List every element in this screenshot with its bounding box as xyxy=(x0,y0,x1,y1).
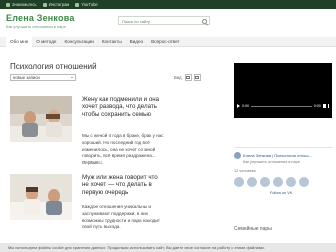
couple-photo-icon xyxy=(10,174,72,220)
avatar xyxy=(299,176,309,187)
nav-item-method[interactable]: О методе xyxy=(32,37,60,47)
post-thumbnail[interactable] xyxy=(10,96,72,142)
sort-value: новые записи xyxy=(13,75,40,80)
avatar xyxy=(234,176,244,187)
nav-item-faq[interactable]: Вопрос-ответ xyxy=(147,37,184,47)
avatar xyxy=(247,176,257,187)
view-label: Вид xyxy=(174,75,182,80)
play-icon[interactable] xyxy=(237,104,240,108)
volume-icon[interactable] xyxy=(322,104,326,108)
nav-item-video[interactable]: Видео xyxy=(126,37,147,47)
top-links: Знакомьтесь Инстаграм YouTube xyxy=(6,0,98,9)
sort-select[interactable]: новые записи xyxy=(10,74,76,81)
more-options-icon[interactable] xyxy=(328,104,329,108)
avatar xyxy=(286,176,296,187)
post-excerpt: Каждое отношения уникальны и заслуживают… xyxy=(82,204,161,230)
page-title: Психология отношений xyxy=(10,62,97,71)
vk-group-subtitle: Как улучшить отношения в паре xyxy=(243,159,300,164)
cookie-message: Мы используем файлы cookie для хранения … xyxy=(8,245,265,250)
post-thumbnail[interactable] xyxy=(10,174,72,220)
video-time-end: 0:00 xyxy=(313,104,321,108)
nav-item-consultations[interactable]: Консультации xyxy=(60,37,97,47)
list-icon xyxy=(195,75,199,80)
list-view-button[interactable] xyxy=(193,74,201,81)
avatar xyxy=(273,176,283,187)
main-nav: Обо мне О методе Консультации Контакты В… xyxy=(0,37,336,47)
video-player[interactable]: 0:00 0:00 xyxy=(234,63,332,118)
video-controls: 0:00 0:00 xyxy=(237,103,329,109)
vk-member-avatars xyxy=(234,176,332,187)
top-link-instagram[interactable]: Инстаграм xyxy=(42,2,70,7)
couple-photo-icon xyxy=(10,96,72,142)
vk-member-count: 12 человека xyxy=(234,168,256,173)
post-date: 12.07.2021 xyxy=(82,160,103,165)
sidebar-heading: Семейные пары xyxy=(234,226,272,232)
person-icon xyxy=(6,2,10,7)
top-bar: Знакомьтесь Инстаграм YouTube xyxy=(0,0,336,9)
post-card: Жену как подменили и она хочет развода, … xyxy=(10,96,210,165)
top-link-youtube[interactable]: YouTube xyxy=(75,2,98,7)
top-link-label: Знакомьтесь xyxy=(12,2,37,7)
top-link-about[interactable]: Знакомьтесь xyxy=(6,2,37,7)
vk-widget: Елена Зенкова | Психология отнош... Как … xyxy=(234,147,332,205)
post-card: Муж или жена говорит что не хочет — что … xyxy=(10,174,210,242)
avatar xyxy=(260,176,270,187)
nav-item-contacts[interactable]: Контакты xyxy=(98,37,126,47)
instagram-icon xyxy=(42,2,47,7)
search-input[interactable] xyxy=(119,17,201,25)
post-title[interactable]: Муж или жена говорит что не хочет — что … xyxy=(82,174,166,196)
nav-item-about[interactable]: Обо мне xyxy=(6,37,33,47)
site-subtitle: Как улучшить отношения в паре xyxy=(6,24,66,29)
site-title[interactable]: Елена Зенкова xyxy=(6,13,75,23)
grid-view-button[interactable] xyxy=(184,74,192,81)
vk-group-name[interactable]: Елена Зенкова | Психология отнош... xyxy=(243,153,312,158)
grid-icon xyxy=(186,75,190,80)
view-switcher: Вид xyxy=(174,74,201,81)
cookie-banner: Мы используем файлы cookie для хранения … xyxy=(0,243,336,252)
avatar[interactable] xyxy=(234,152,241,159)
chevron-down-icon xyxy=(71,77,73,79)
search-box xyxy=(118,16,210,25)
top-link-label: Инстаграм xyxy=(48,2,70,7)
post-title[interactable]: Жену как подменили и она хочет развода, … xyxy=(82,96,166,118)
youtube-icon xyxy=(75,2,80,7)
video-time-start: 0:00 xyxy=(242,104,249,108)
vk-follow-link[interactable]: Follow on VK xyxy=(270,191,332,195)
top-link-label: YouTube xyxy=(81,2,98,7)
video-progress-bar[interactable] xyxy=(251,105,312,107)
search-icon[interactable] xyxy=(202,18,207,24)
